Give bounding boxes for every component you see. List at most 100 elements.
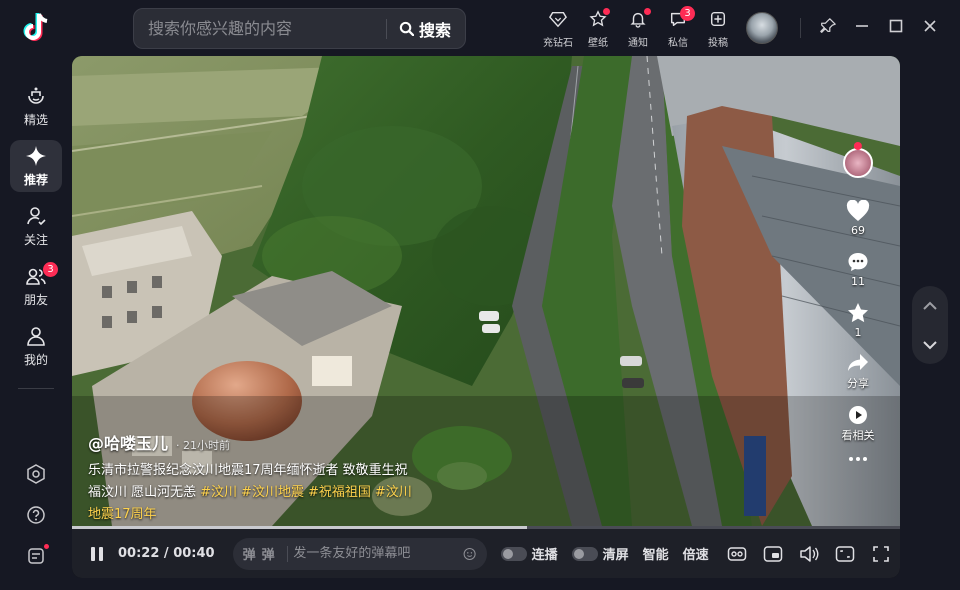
sidebar-bottom [22, 460, 50, 583]
more-icon [849, 457, 867, 461]
danmu-toggle-icon[interactable]: 弹 [243, 544, 256, 563]
minimize-icon[interactable] [852, 16, 872, 36]
notification-label: 通知 [628, 38, 648, 49]
feedback-icon[interactable] [22, 542, 50, 570]
user-avatar[interactable] [746, 12, 778, 44]
live-badge [853, 142, 863, 150]
upload-label: 投稿 [708, 38, 728, 49]
more-button[interactable] [847, 455, 869, 463]
comment-icon [848, 253, 868, 271]
douyin-app: 搜索 充钻石 壁纸 通知 3 [0, 0, 960, 590]
window-controls [818, 16, 940, 36]
like-count: 69 [851, 224, 865, 237]
sidebar-item-label: 精选 [23, 112, 48, 127]
sidebar-item-recommend[interactable]: 推荐 [10, 140, 62, 192]
share-icon [848, 354, 868, 371]
message-label: 私信 [668, 38, 688, 49]
feedback-dot [44, 544, 49, 549]
emoji-icon[interactable] [463, 545, 477, 563]
hashtag-wenchuan[interactable]: #汶川 [200, 485, 237, 500]
recommend-icon [26, 145, 46, 166]
profile-icon [27, 326, 45, 346]
video-nav-pad [912, 286, 948, 364]
fullscreen-icon[interactable] [871, 544, 891, 564]
video-player[interactable]: @哈喽玉儿 · 21小时前 乐清市拉警报纪念汶川地震17周年缅怀逝者 致敬重生祝… [72, 56, 900, 578]
sidebar-item-profile[interactable]: 我的 [10, 320, 62, 372]
search-button[interactable]: 搜索 [387, 17, 465, 41]
continuous-play-toggle[interactable]: 连播 [500, 544, 558, 563]
video-caption: @哈喽玉儿 · 21小时前 乐清市拉警报纪念汶川地震17周年缅怀逝者 致敬重生祝… [88, 430, 418, 526]
player-icon-group [727, 544, 891, 564]
watch-together-icon[interactable] [727, 544, 747, 564]
search-input[interactable] [134, 19, 386, 38]
chevron-up-icon[interactable] [922, 301, 938, 311]
recharge-button[interactable]: 充钻石 [538, 8, 578, 49]
picture-in-picture-icon[interactable] [763, 544, 783, 564]
wallpaper-button[interactable]: 壁纸 [578, 8, 618, 49]
notification-button[interactable]: 通知 [618, 8, 658, 49]
settings-icon[interactable] [22, 460, 50, 488]
play-circle-icon [849, 406, 867, 424]
sidebar: 精选 推荐 关注 3 朋友 我的 [10, 80, 62, 380]
sidebar-item-label: 我的 [23, 352, 48, 367]
hashtag-wenchuan-earthquake[interactable]: #汶川地震 [241, 485, 304, 500]
chevron-down-icon[interactable] [922, 340, 938, 350]
wallpaper-label: 壁纸 [588, 38, 608, 49]
player-controls: 00:22 / 00:40 弹 弹 连播 清屏 智能 倍速 [72, 529, 900, 578]
danmu-input[interactable] [293, 546, 464, 561]
author-avatar[interactable] [843, 142, 873, 178]
search-icon [399, 21, 414, 36]
sidebar-item-follow[interactable]: 关注 [10, 200, 62, 252]
video-actions: 69 11 1 分享 看相关 [832, 142, 884, 469]
video-description: 乐清市拉警报纪念汶川地震17周年缅怀逝者 致敬重生祝福汶川 愿山河无恙 #汶川 #汶… [88, 460, 418, 526]
danmu-settings-icon[interactable]: 弹 [262, 544, 275, 563]
message-badge: 3 [680, 6, 695, 21]
speed-label: 倍速 [682, 548, 709, 563]
video-author-row: @哈喽玉儿 · 21小时前 [88, 430, 418, 454]
related-button[interactable]: 看相关 [842, 405, 875, 443]
continuous-switch [500, 546, 527, 561]
danmu-bar: 弹 弹 [232, 537, 487, 570]
share-label: 分享 [847, 377, 869, 390]
top-toolbar: 充钻石 壁纸 通知 3 私信 投稿 [538, 6, 738, 49]
sidebar-item-label: 关注 [23, 232, 48, 247]
clear-label: 清屏 [602, 548, 629, 563]
smart-button[interactable]: 智能 [643, 544, 669, 563]
timecode: 00:22 / 00:40 [118, 546, 215, 561]
friends-badge: 3 [43, 262, 58, 277]
follow-icon [27, 206, 46, 225]
featured-icon [28, 87, 44, 104]
sidebar-item-friends[interactable]: 3 朋友 [10, 260, 62, 312]
like-button[interactable]: 69 [846, 200, 870, 237]
help-icon[interactable] [22, 501, 50, 529]
sidebar-item-featured[interactable]: 精选 [10, 80, 62, 132]
volume-icon[interactable] [799, 544, 819, 564]
douyin-logo-icon[interactable] [18, 10, 54, 46]
web-fullscreen-icon[interactable] [835, 544, 855, 564]
speed-button[interactable]: 倍速 [683, 544, 709, 563]
author-name[interactable]: @哈喽玉儿 [88, 430, 168, 454]
recharge-label: 充钻石 [543, 38, 573, 49]
post-time: · 21小时前 [176, 439, 231, 452]
share-button[interactable]: 分享 [847, 353, 869, 391]
message-button[interactable]: 3 私信 [658, 6, 698, 49]
favorite-button[interactable]: 1 [847, 302, 869, 339]
maximize-icon[interactable] [886, 16, 906, 36]
sidebar-divider [18, 388, 54, 389]
comment-button[interactable]: 11 [847, 251, 869, 288]
wallpaper-dot [603, 8, 610, 15]
diamond-icon [547, 8, 569, 30]
search-button-label: 搜索 [418, 20, 451, 40]
pin-icon[interactable] [818, 16, 838, 36]
hashtag-bless-motherland[interactable]: #祝福祖国 [308, 485, 371, 500]
sidebar-item-label: 推荐 [23, 172, 48, 187]
clear-screen-toggle[interactable]: 清屏 [571, 544, 629, 563]
time-total: 00:40 [173, 546, 215, 561]
upload-icon [707, 8, 729, 30]
heart-icon [846, 200, 870, 221]
time-current: 00:22 [118, 546, 160, 561]
close-icon[interactable] [920, 16, 940, 36]
pause-button[interactable] [88, 545, 106, 563]
upload-button[interactable]: 投稿 [698, 8, 738, 49]
smart-label: 智能 [642, 548, 669, 563]
